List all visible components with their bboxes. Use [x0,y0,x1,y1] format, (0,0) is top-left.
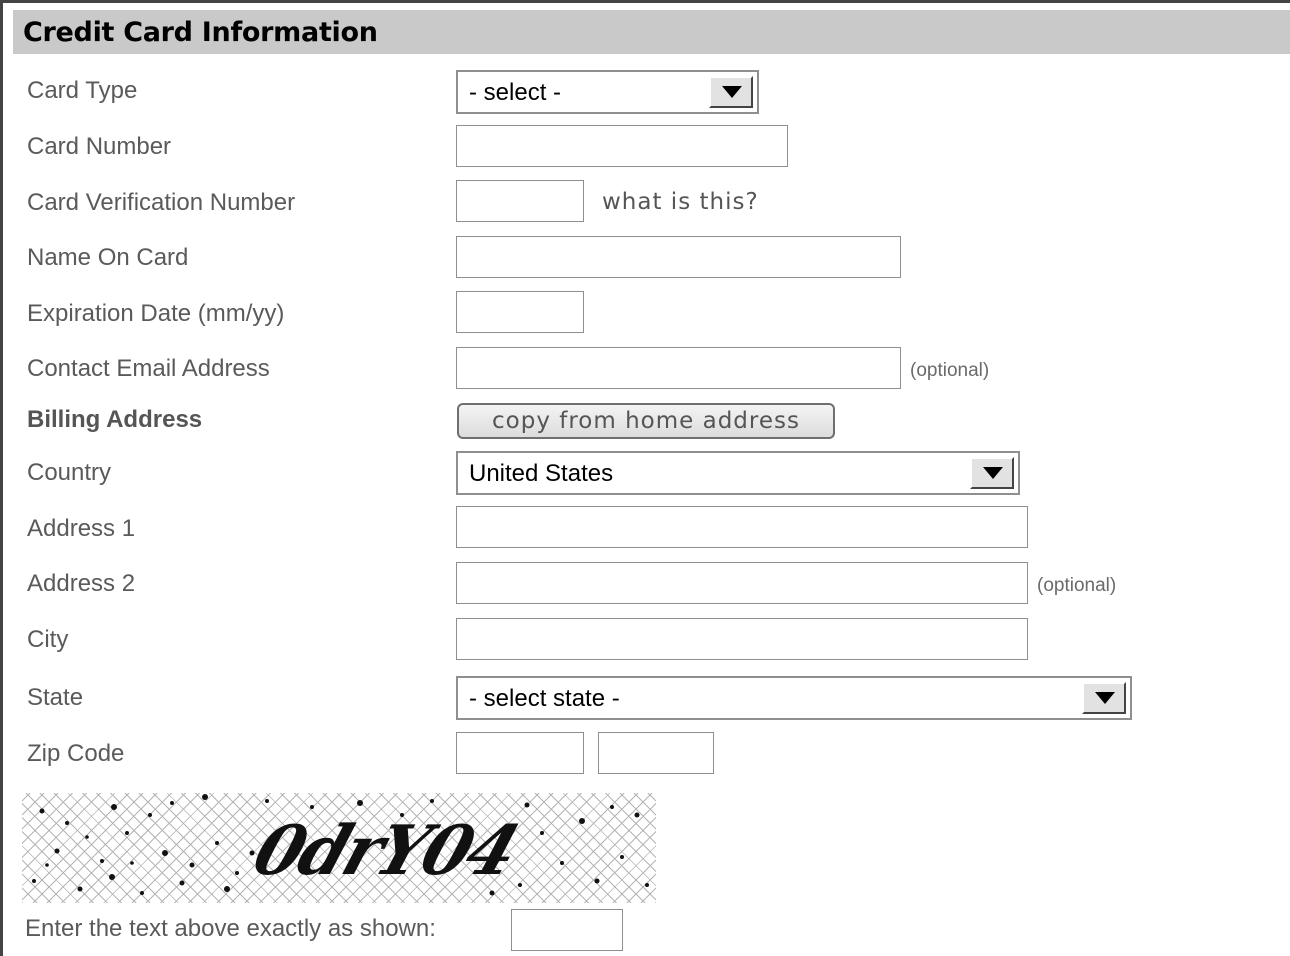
address2-optional-note: (optional) [1037,575,1117,596]
email-input[interactable] [456,347,901,389]
name-on-card-label: Name On Card [27,244,189,271]
card-type-select[interactable]: - select - [456,70,759,114]
section-title: Credit Card Information [23,17,378,48]
address2-input[interactable] [456,562,1028,604]
credit-card-form: Credit Card Information Card Type - sele… [0,0,1290,956]
cvn-help-link[interactable]: what is this? [602,189,759,215]
email-label: Contact Email Address [27,355,270,382]
zip-code-extension-input[interactable] [598,732,714,774]
cvn-label: Card Verification Number [27,189,296,216]
card-type-selected-value: - select - [469,79,562,106]
expiration-input[interactable] [456,291,584,333]
chevron-down-icon [983,467,1003,479]
country-label: Country [27,459,112,486]
state-selected-value: - select state - [469,685,620,712]
country-selected-value: United States [469,460,614,487]
card-number-input[interactable] [456,125,788,167]
name-on-card-input[interactable] [456,236,901,278]
captcha-text: 0drY04 [244,811,526,891]
country-select[interactable]: United States [456,451,1020,495]
chevron-down-icon [722,86,742,98]
city-input[interactable] [456,618,1028,660]
captcha-input[interactable] [511,909,623,951]
card-type-label: Card Type [27,77,138,104]
chevron-down-icon [1095,692,1115,704]
state-label: State [27,684,84,711]
state-select[interactable]: - select state - [456,676,1132,720]
card-number-label: Card Number [27,133,172,160]
address1-input[interactable] [456,506,1028,548]
zip-code-input[interactable] [456,732,584,774]
city-label: City [27,626,69,653]
card-type-dropdown-button[interactable] [709,76,753,108]
address1-label: Address 1 [27,515,136,542]
section-header: Credit Card Information [13,10,1290,54]
captcha-prompt: Enter the text above exactly as shown: [25,915,436,942]
country-dropdown-button[interactable] [970,457,1014,489]
billing-address-heading: Billing Address [27,406,203,433]
copy-from-home-address-button[interactable]: copy from home address [457,403,835,439]
state-dropdown-button[interactable] [1082,682,1126,714]
cvn-input[interactable] [456,180,584,222]
address2-label: Address 2 [27,570,136,597]
expiration-label: Expiration Date (mm/yy) [27,300,285,327]
captcha-image: 0drY04 [22,793,656,903]
zip-code-label: Zip Code [27,740,125,767]
email-optional-note: (optional) [910,360,990,381]
